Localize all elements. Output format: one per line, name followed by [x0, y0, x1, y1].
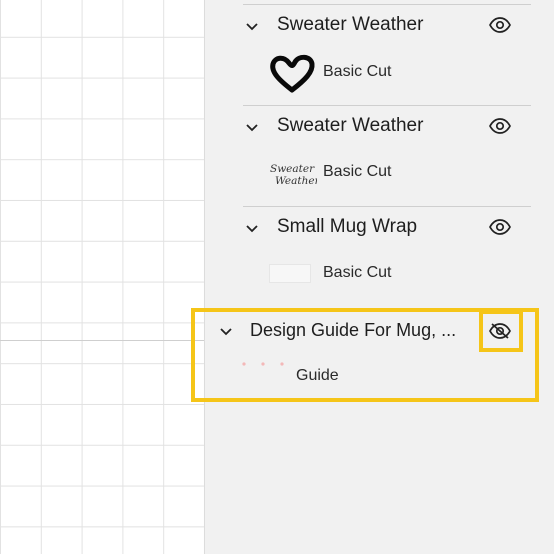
thumbnail-script-word-1: Sweater: [270, 163, 315, 175]
layer-divider: [243, 4, 531, 5]
layer-header[interactable]: Small Mug Wrap: [205, 210, 554, 244]
eye-icon[interactable]: [489, 118, 511, 134]
eye-icon[interactable]: [489, 17, 511, 33]
design-canvas-grid[interactable]: [0, 0, 204, 554]
layer-divider: [243, 206, 531, 207]
layer-operation-label: Guide: [296, 367, 339, 384]
layer-title: Small Mug Wrap: [277, 216, 418, 237]
layer-operation-label: Basic Cut: [323, 264, 392, 281]
layer-header[interactable]: Sweater Weather: [205, 8, 554, 42]
layer-header[interactable]: Sweater Weather: [205, 109, 554, 143]
chevron-down-icon[interactable]: [245, 20, 259, 34]
layer-child-row[interactable]: Basic Cut: [205, 52, 554, 93]
chevron-down-icon[interactable]: [245, 121, 259, 135]
layer-title: Design Guide For Mug, ...: [250, 320, 457, 340]
layer-group-design-guide[interactable]: Design Guide For Mug, ... Guide: [205, 303, 554, 404]
layer-child-row[interactable]: Guide: [205, 357, 554, 397]
layer-title: Sweater Weather: [277, 14, 424, 35]
layer-group-sweater-weather-1[interactable]: Sweater Weather Basic Cut: [205, 0, 554, 101]
guide-dots-thumbnail: [242, 362, 284, 366]
layer-divider: [243, 105, 531, 106]
layer-title: Sweater Weather: [277, 115, 424, 136]
chevron-down-icon[interactable]: [245, 222, 259, 236]
layer-operation-label: Basic Cut: [323, 163, 392, 180]
blank-rectangle-thumbnail: [269, 264, 311, 283]
heart-doodle-thumbnail: [270, 54, 315, 93]
thumbnail-script-word-2: Weather: [275, 175, 317, 187]
chevron-down-icon[interactable]: [219, 325, 233, 339]
layer-group-sweater-weather-2[interactable]: Sweater Weather Sweater Weather Basic Cu…: [205, 101, 554, 202]
eye-hidden-icon[interactable]: [489, 323, 511, 339]
layer-operation-label: Basic Cut: [323, 63, 392, 80]
layer-header[interactable]: Design Guide For Mug, ...: [205, 313, 554, 347]
layers-panel: Sweater Weather Basic Cut Sweater Weathe…: [204, 0, 554, 554]
layer-group-small-mug-wrap[interactable]: Small Mug Wrap Basic Cut: [205, 202, 554, 303]
eye-icon[interactable]: [489, 219, 511, 235]
layer-child-row[interactable]: Sweater Weather Basic Cut: [205, 153, 554, 193]
layer-child-row[interactable]: Basic Cut: [205, 254, 554, 294]
sweater-weather-script-thumbnail: Sweater Weather: [270, 163, 317, 187]
